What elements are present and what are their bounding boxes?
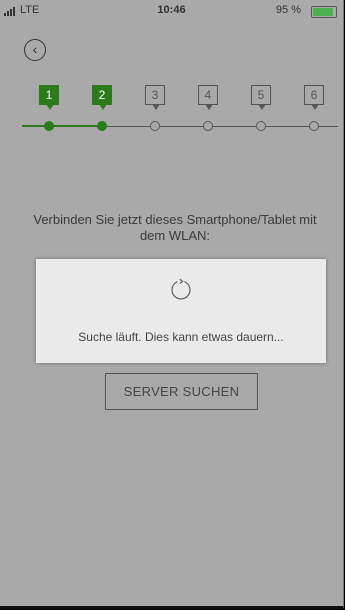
battery-percentage: 95 % [275, 4, 301, 16]
step-1-dot [44, 121, 54, 131]
step-6-badge: 6 [304, 85, 324, 110]
step-3-badge: 3 [145, 85, 165, 110]
chevron-left-icon: ‹ [32, 41, 38, 57]
battery-icon [311, 6, 337, 18]
battery-fill [313, 8, 333, 16]
loading-message: Suche läuft. Dies kann etwas dauern... [78, 330, 284, 344]
search-server-button[interactable]: SERVER SUCHEN [105, 373, 258, 410]
progress-track-completed [22, 125, 104, 127]
back-button[interactable]: ‹ [24, 39, 46, 61]
step-6-dot [309, 121, 319, 131]
loading-dialog: Suche läuft. Dies kann etwas dauern... [36, 259, 326, 363]
step-5-badge: 5 [251, 85, 271, 110]
step-5-dot [256, 121, 266, 131]
step-4-dot [203, 121, 213, 131]
app-screen: LTE 10:46 95 % ‹ 1 2 3 4 5 6 Verbinden Sie je… [0, 0, 344, 609]
step-3-dot [150, 121, 160, 131]
step-2-badge: 2 [92, 85, 112, 110]
step-2-dot [97, 121, 107, 131]
status-bar: LTE 10:46 95 % [0, 0, 343, 22]
refresh-spinner-icon [171, 278, 191, 300]
step-4-badge: 4 [198, 85, 218, 110]
step-1-badge: 1 [39, 85, 59, 110]
step-indicator: 1 2 3 4 5 6 [0, 80, 343, 140]
instruction-text: Verbinden Sie jetzt dieses Smartphone/Ta… [33, 212, 317, 243]
